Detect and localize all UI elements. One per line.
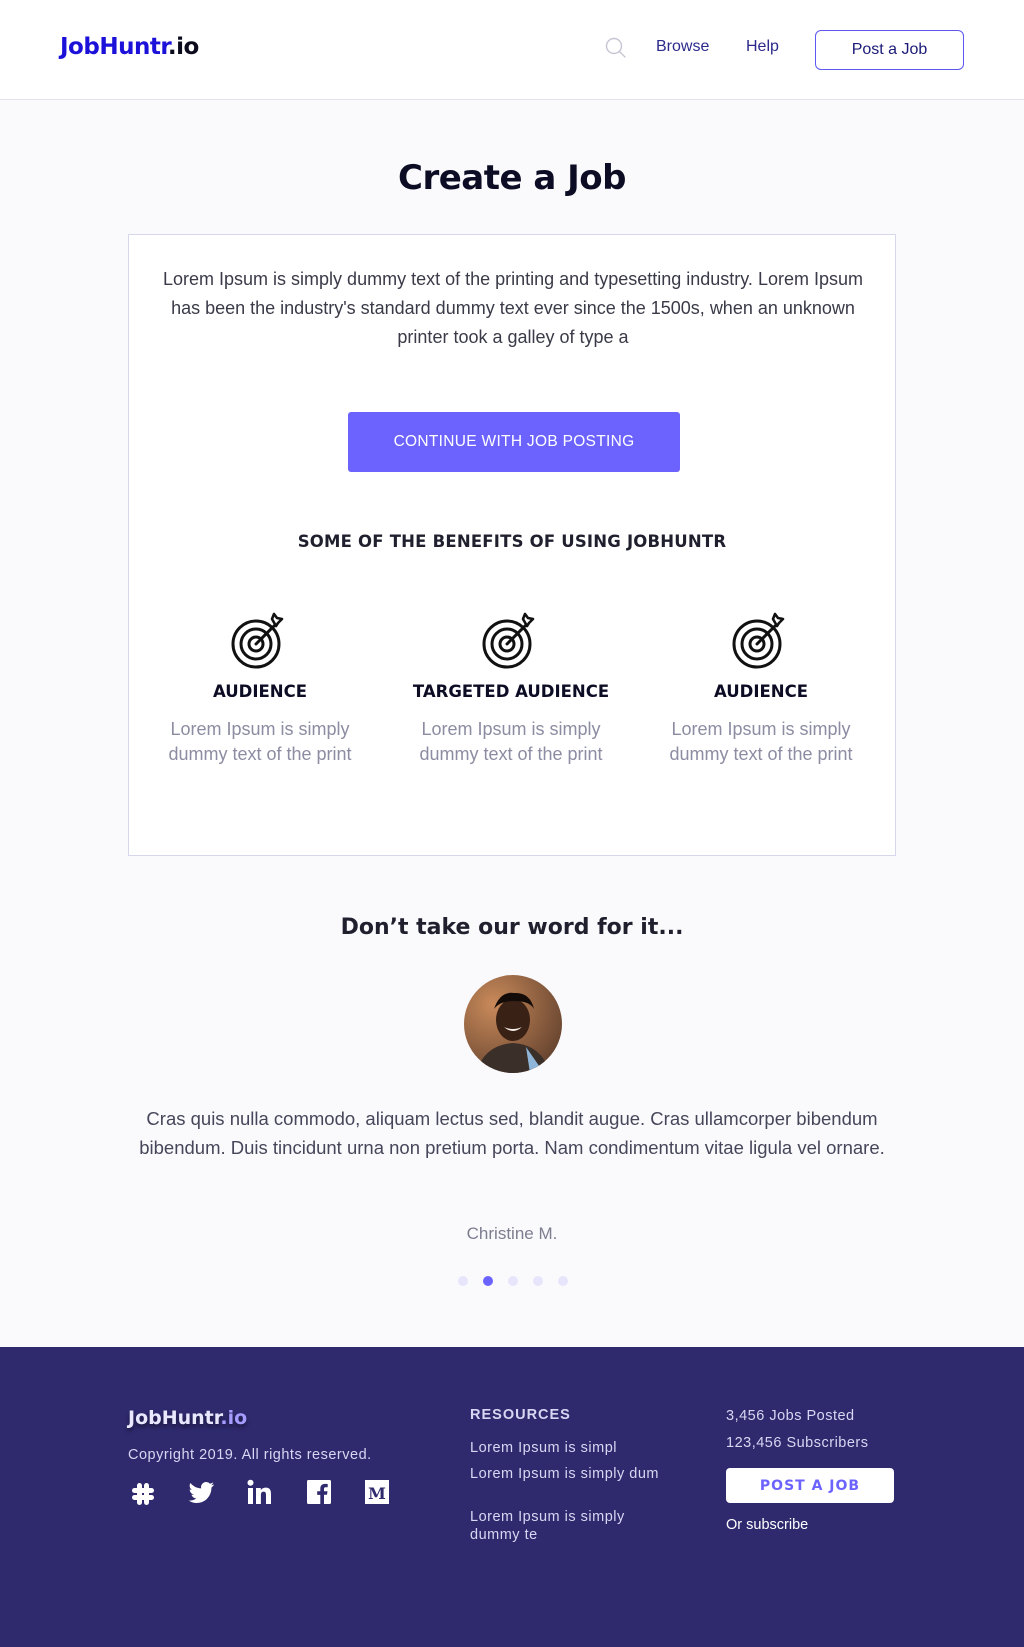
intro-text: Lorem Ipsum is simply dummy text of the … [163,269,863,347]
benefit-item: TARGETED AUDIENCE Lorem Ipsum is simply … [396,610,626,767]
carousel-dot-active[interactable] [483,1276,493,1286]
footer-logo-brand: JobHuntr [128,1407,221,1429]
benefit-description: Lorem Ipsum is simply dummy text of the … [419,719,603,764]
continue-job-posting-button[interactable]: CONTINUE WITH JOB POSTING [348,412,680,472]
subscribe-link[interactable]: Or subscribe [726,1517,808,1533]
benefit-title: TARGETED AUDIENCE [412,682,610,701]
facebook-icon[interactable] [304,1477,334,1507]
copyright-text: Copyright 2019. All rights reserved. [128,1447,372,1463]
resource-link[interactable]: Lorem Ipsum is simply dum [470,1465,670,1483]
benefit-description: Lorem Ipsum is simply dummy text of the … [669,719,853,764]
benefit-title: AUDIENCE [714,682,808,701]
jobs-posted-count: 3,456 Jobs Posted [726,1408,855,1424]
search-icon[interactable] [604,36,628,60]
benefit-item: AUDIENCE Lorem Ipsum is simply dummy tex… [646,610,876,767]
footer-logo-tld: .io [220,1407,248,1429]
slack-icon[interactable] [128,1477,158,1507]
resource-link[interactable]: Lorem Ipsum is simply dummy te [470,1508,670,1544]
resource-link[interactable]: Lorem Ipsum is simpl [470,1439,670,1457]
carousel-dot[interactable] [508,1276,518,1286]
site-header: JobHuntr.io Browse Help Post a Job [0,0,1024,100]
post-job-button[interactable]: Post a Job [815,30,964,70]
avatar [464,975,562,1073]
target-icon [231,612,284,669]
twitter-icon[interactable] [186,1477,216,1507]
target-icon [482,612,535,669]
footer-post-job-button[interactable]: POST A JOB [726,1468,894,1503]
benefit-title: AUDIENCE [213,682,307,701]
carousel-dot[interactable] [533,1276,543,1286]
benefit-description: Lorem Ipsum is simply dummy text of the … [168,719,352,764]
logo-tld: .io [167,34,199,60]
benefits-heading: SOME OF THE BENEFITS OF USING JOBHUNTR [297,532,727,551]
nav-help-link[interactable]: Help [746,38,779,56]
footer-logo[interactable]: JobHuntr.io [128,1407,247,1429]
testimonial-quote: Cras quis nulla commodo, aliquam lectus … [139,1108,885,1158]
subscribers-count: 123,456 Subscribers [726,1435,869,1451]
resources-heading: RESOURCES [470,1407,571,1423]
carousel-dot[interactable] [558,1276,568,1286]
target-icon [732,612,785,669]
site-footer: JobHuntr.io Copyright 2019. All rights r… [0,1347,1024,1647]
linkedin-icon[interactable] [245,1477,275,1507]
logo-brand: JobHuntr [60,34,168,60]
medium-icon[interactable]: M [362,1477,392,1507]
carousel-dot[interactable] [458,1276,468,1286]
page-title: Create a Job [398,158,627,198]
nav-browse-link[interactable]: Browse [656,38,709,56]
testimonial-heading: Don’t take our word for it... [340,915,684,940]
testimonial-author: Christine M. [466,1224,558,1243]
benefit-item: AUDIENCE Lorem Ipsum is simply dummy tex… [145,610,375,767]
create-job-card: Lorem Ipsum is simply dummy text of the … [128,234,896,856]
logo[interactable]: JobHuntr.io [60,34,199,60]
svg-text:M: M [368,1484,386,1503]
